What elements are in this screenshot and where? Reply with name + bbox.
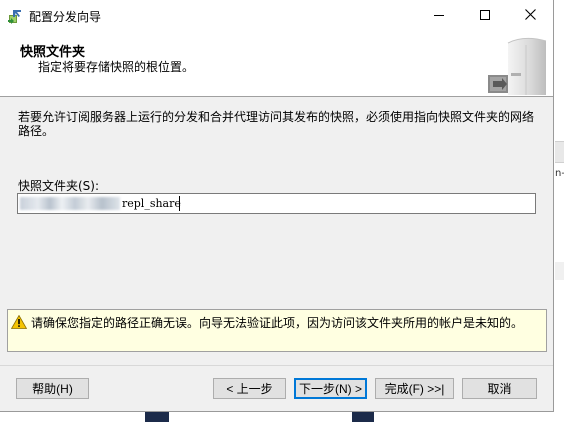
maximize-button[interactable]: [462, 0, 508, 31]
wizard-header: 快照文件夹 指定将要存储快照的根位置。: [0, 31, 553, 97]
snapshot-folder-label: 快照文件夹(S):: [18, 179, 100, 193]
minimize-icon: [434, 9, 444, 23]
window-title: 配置分发向导: [29, 10, 102, 24]
warning-panel: 请确保您指定的路径正确无误。向导无法验证此项，因为访问该文件夹所用的帐户是未知的…: [7, 309, 547, 352]
wizard-window: 配置分发向导 快照文件夹 指定将要存储快照的根位置。 若要允许订阅服务器上运行的…: [0, 0, 554, 412]
background-text-fragment: n-: [555, 168, 564, 179]
server-folder-icon: [484, 33, 550, 95]
background-panel-fragment: [555, 262, 564, 280]
footer-divider: [0, 365, 553, 366]
warning-text: 请确保您指定的路径正确无误。向导无法验证此项，因为访问该文件夹所用的帐户是未知的…: [31, 316, 524, 330]
background-toolbar-fragment: [555, 141, 564, 163]
help-button[interactable]: 帮助(H): [16, 378, 89, 399]
cancel-button[interactable]: 取消: [462, 378, 537, 399]
page-subtitle: 指定将要存储快照的根位置。: [38, 60, 195, 74]
next-button[interactable]: 下一步(N) >: [294, 378, 367, 399]
background-app-edge: [554, 0, 564, 422]
maximize-icon: [480, 9, 490, 23]
redacted-path-segment: [20, 197, 120, 210]
text-caret: [179, 196, 180, 211]
back-button[interactable]: < 上一步: [213, 378, 286, 399]
title-bar[interactable]: 配置分发向导: [0, 0, 553, 31]
close-button[interactable]: [507, 0, 553, 31]
close-icon: [524, 8, 536, 23]
background-taskbar-fragment: [352, 412, 374, 422]
background-app-bottom: [0, 412, 564, 422]
minimize-button[interactable]: [416, 0, 462, 31]
finish-button[interactable]: 完成(F) >>|: [375, 378, 454, 399]
background-taskbar-fragment: [145, 412, 169, 422]
description-text: 若要允许订阅服务器上运行的分发和合并代理访问其发布的快照，必须使用指向快照文件夹…: [18, 110, 535, 138]
wizard-icon: [7, 8, 23, 24]
snapshot-folder-value: repl_share: [122, 197, 181, 210]
snapshot-folder-input[interactable]: repl_share: [17, 193, 536, 214]
warning-icon: [10, 314, 28, 329]
